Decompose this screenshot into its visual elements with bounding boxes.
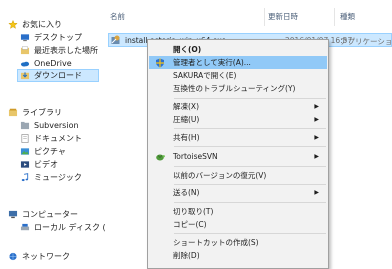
nav-computer-label: コンピューター: [22, 210, 78, 219]
nav-library[interactable]: ライブラリ: [8, 106, 62, 119]
nav-item-label: ミュージック: [34, 173, 82, 182]
column-divider[interactable]: [334, 8, 335, 26]
drive-icon: [20, 223, 30, 231]
nav-item-recent[interactable]: 最近表示した場所: [20, 44, 98, 57]
context-menu: 開く(O) 管理者として実行(A)... SAKURAで開く(E) 互換性のトラ…: [147, 39, 329, 269]
nav-item-label: ピクチャ: [34, 147, 66, 156]
nav-computer[interactable]: コンピューター: [8, 208, 78, 221]
nav-item-subversion[interactable]: Subversion: [20, 119, 79, 132]
folder-icon: [20, 121, 30, 130]
menu-item-cut[interactable]: 切り取り(T): [149, 205, 327, 218]
menu-item-label: 解凍(X): [173, 102, 199, 111]
star-icon: [8, 20, 18, 29]
nav-item-music[interactable]: ミュージック: [20, 171, 82, 184]
shield-icon: [156, 58, 164, 68]
library-icon: [8, 108, 18, 117]
menu-separator: [174, 98, 326, 99]
nav-item-label: OneDrive: [34, 59, 72, 68]
nav-favorites[interactable]: お気に入り: [8, 18, 62, 31]
menu-separator: [174, 202, 326, 203]
menu-item-compress[interactable]: 圧縮(U) ▶: [149, 113, 327, 126]
submenu-arrow-icon: ▶: [314, 153, 319, 160]
nav-item-label: ローカル ディスク (: [34, 223, 106, 232]
submenu-arrow-icon: ▶: [314, 103, 319, 110]
menu-separator: [174, 128, 326, 129]
menu-item-extract[interactable]: 解凍(X) ▶: [149, 100, 327, 113]
nav-item-desktop[interactable]: デスクトップ: [20, 31, 82, 44]
column-header-date[interactable]: 更新日時: [268, 11, 298, 22]
menu-item-copy[interactable]: コピー(C): [149, 218, 327, 231]
nav-library-label: ライブラリ: [22, 108, 62, 117]
menu-item-create-shortcut[interactable]: ショートカットの作成(S): [149, 236, 327, 249]
column-header-type[interactable]: 種類: [340, 11, 355, 22]
nav-item-videos[interactable]: ビデオ: [20, 158, 58, 171]
nav-item-documents[interactable]: ドキュメント: [20, 132, 82, 145]
picture-icon: [20, 148, 30, 155]
column-header-name[interactable]: 名前: [110, 11, 125, 22]
menu-item-label: 管理者として実行(A)...: [173, 58, 251, 67]
nav-item-label: 最近表示した場所: [34, 46, 98, 55]
menu-item-label: TortoiseSVN: [173, 152, 218, 161]
nav-network[interactable]: ネットワーク: [8, 250, 70, 263]
menu-item-tortoisesvn[interactable]: TortoiseSVN ▶: [149, 150, 327, 163]
nav-item-label: ドキュメント: [34, 134, 82, 143]
menu-separator: [174, 233, 326, 234]
menu-item-delete[interactable]: 削除(D): [149, 249, 327, 262]
desktop-icon: [20, 34, 30, 42]
menu-item-send-to[interactable]: 送る(N) ▶: [149, 186, 327, 199]
menu-item-label: 圧縮(U): [173, 115, 200, 124]
menu-separator: [174, 184, 326, 185]
nav-item-label: ダウンロード: [34, 71, 82, 80]
menu-item-open-sakura[interactable]: SAKURAで開く(E): [149, 69, 327, 82]
menu-item-restore-previous[interactable]: 以前のバージョンの復元(V): [149, 169, 327, 182]
nav-network-label: ネットワーク: [22, 252, 70, 261]
cloud-icon: [20, 61, 30, 67]
menu-item-run-as-admin[interactable]: 管理者として実行(A)...: [149, 56, 327, 69]
navigation-pane: お気に入り デスクトップ 最近表示した場所 OneDrive ダウンロード ライ…: [0, 0, 106, 269]
menu-item-label: 送る(N): [173, 188, 200, 197]
music-icon: [21, 173, 29, 182]
menu-separator: [174, 146, 326, 147]
nav-item-label: Subversion: [34, 121, 79, 130]
nav-item-label: デスクトップ: [34, 33, 82, 42]
menu-item-open[interactable]: 開く(O): [149, 43, 327, 56]
submenu-arrow-icon: ▶: [314, 134, 319, 141]
installer-icon: [111, 35, 120, 44]
network-icon: [9, 252, 17, 261]
download-folder-icon: [20, 72, 30, 80]
menu-item-label: 共有(H): [173, 133, 200, 142]
column-divider[interactable]: [264, 8, 265, 26]
submenu-arrow-icon: ▶: [314, 116, 319, 123]
tortoise-icon: [156, 154, 165, 161]
submenu-arrow-icon: ▶: [314, 189, 319, 196]
nav-favorites-label: お気に入り: [22, 20, 62, 29]
file-type: アプリケーショ: [340, 37, 392, 46]
nav-item-downloads[interactable]: ダウンロード: [17, 69, 99, 82]
nav-item-local-disk[interactable]: ローカル ディスク (: [20, 221, 106, 234]
document-icon: [21, 134, 29, 143]
menu-item-troubleshoot[interactable]: 互換性のトラブルシューティング(Y): [149, 82, 327, 95]
menu-item-share[interactable]: 共有(H) ▶: [149, 131, 327, 144]
menu-separator: [174, 166, 326, 167]
nav-item-pictures[interactable]: ピクチャ: [20, 145, 66, 158]
nav-item-label: ビデオ: [34, 160, 58, 169]
recent-places-icon: [20, 46, 30, 55]
video-icon: [20, 161, 30, 168]
computer-icon: [8, 210, 18, 219]
